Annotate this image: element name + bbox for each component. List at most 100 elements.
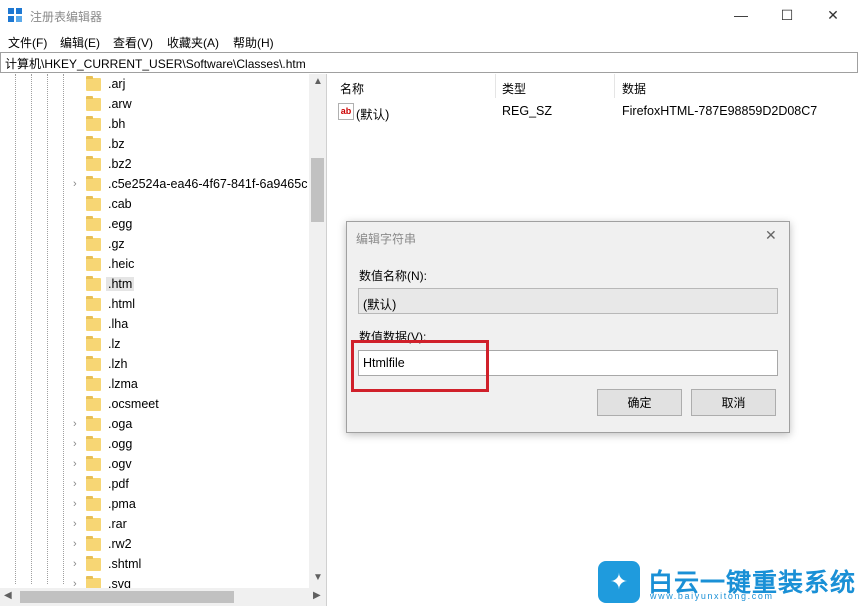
tree-item-label: .cab <box>108 197 132 211</box>
column-divider[interactable] <box>495 74 496 98</box>
folder-icon <box>86 516 101 531</box>
column-header-name[interactable]: 名称 <box>340 80 364 97</box>
folder-icon <box>86 416 101 431</box>
menu-bar: 文件(F) 编辑(E) 查看(V) 收藏夹(A) 帮助(H) <box>0 30 858 52</box>
menu-favorites[interactable]: 收藏夹(A) <box>167 34 219 51</box>
value-type: REG_SZ <box>502 104 553 118</box>
tree-item[interactable]: .bh <box>0 115 310 135</box>
expand-chevron-icon[interactable]: › <box>73 418 77 430</box>
scroll-up-icon[interactable]: ▲ <box>313 76 323 87</box>
tree-item[interactable]: .egg <box>0 215 310 235</box>
tree-item[interactable]: .lha <box>0 315 310 335</box>
tree-item[interactable]: .arj <box>0 75 310 95</box>
highlight-box <box>351 340 489 392</box>
expand-chevron-icon[interactable]: › <box>73 178 77 190</box>
tree-item[interactable]: › .rar <box>0 515 310 535</box>
title-bar: 注册表编辑器 — ☐ ✕ <box>0 0 858 30</box>
cancel-button[interactable]: 取消 <box>691 389 776 416</box>
menu-view[interactable]: 查看(V) <box>113 34 153 51</box>
tree-item-label: .html <box>108 297 136 311</box>
tree-item[interactable]: .heic <box>0 255 310 275</box>
value-data: FirefoxHTML-787E98859D2D08C7 <box>622 104 818 118</box>
watermark: ✦ 白云一键重装系统 www.baiyunxitong.com <box>598 560 858 606</box>
tree-vertical-scrollbar[interactable]: ▲ ▼ <box>309 74 326 588</box>
tree-item[interactable]: .bz2 <box>0 155 310 175</box>
list-item[interactable]: ab (默认) REG_SZ FirefoxHTML-787E98859D2D0… <box>330 102 858 122</box>
maximize-button[interactable]: ☐ <box>764 0 810 30</box>
tree-item[interactable]: › .rw2 <box>0 535 310 555</box>
tree-item[interactable]: .arw <box>0 95 310 115</box>
expand-chevron-icon[interactable]: › <box>73 458 77 470</box>
dialog-title: 编辑字符串 <box>356 232 417 246</box>
minimize-button[interactable]: — <box>718 0 764 30</box>
close-icon: ✕ <box>827 6 839 23</box>
tree-item[interactable]: .lzma <box>0 375 310 395</box>
folder-icon <box>86 316 101 331</box>
dialog-close-icon[interactable]: ✕ <box>765 227 777 244</box>
column-header-type[interactable]: 类型 <box>502 80 526 97</box>
folder-icon <box>86 116 101 131</box>
expand-chevron-icon[interactable]: › <box>73 438 77 450</box>
tree-item[interactable]: .bz <box>0 135 310 155</box>
ok-button[interactable]: 确定 <box>597 389 682 416</box>
close-button[interactable]: ✕ <box>810 0 856 30</box>
folder-icon <box>86 496 101 511</box>
tree-item-label: .rar <box>108 517 127 531</box>
tree-horizontal-scrollbar[interactable]: ◀ ▶ <box>0 588 326 606</box>
edit-string-dialog: 编辑字符串 ✕ 数值名称(N): (默认) 数值数据(V): Htmlfile … <box>346 221 790 433</box>
tree-item-label: .bh <box>108 117 126 131</box>
tree-item[interactable]: .cab <box>0 195 310 215</box>
folder-icon <box>86 136 101 151</box>
tree-item-label: .pma <box>108 497 136 511</box>
folder-icon <box>86 156 101 171</box>
address-path: 计算机\HKEY_CURRENT_USER\Software\Classes\.… <box>5 57 306 71</box>
tree-item[interactable]: .ocsmeet <box>0 395 310 415</box>
value-name-label: 数值名称(N): <box>359 269 427 283</box>
tree-item[interactable]: › .ogv <box>0 455 310 475</box>
tree-item[interactable]: .html <box>0 295 310 315</box>
tree-item[interactable]: .lz <box>0 335 310 355</box>
expand-chevron-icon[interactable]: › <box>73 498 77 510</box>
scroll-thumb[interactable] <box>20 591 234 603</box>
tree-item[interactable]: › .c5e2524a-ea46-4f67-841f-6a9465c <box>0 175 310 195</box>
tree-item[interactable]: › .shtml <box>0 555 310 575</box>
tree-item[interactable]: › .ogg <box>0 435 310 455</box>
expand-chevron-icon[interactable]: › <box>73 478 77 490</box>
menu-file[interactable]: 文件(F) <box>8 34 47 51</box>
tree-item[interactable]: .lzh <box>0 355 310 375</box>
menu-edit[interactable]: 编辑(E) <box>60 34 100 51</box>
folder-icon <box>86 276 101 291</box>
folder-icon <box>86 356 101 371</box>
scroll-down-icon[interactable]: ▼ <box>313 572 323 583</box>
folder-icon <box>86 96 101 111</box>
tree-item[interactable]: .htm <box>0 275 310 295</box>
folder-icon <box>86 256 101 271</box>
tree-item-label: .ogg <box>108 437 133 451</box>
tree-item[interactable]: › .pma <box>0 495 310 515</box>
tree-item[interactable]: .gz <box>0 235 310 255</box>
tree-item-label: .shtml <box>108 557 142 571</box>
tree-item-label: .arj <box>108 77 126 91</box>
tree-item[interactable]: › .oga <box>0 415 310 435</box>
watermark-url: www.baiyunxitong.com <box>650 591 774 601</box>
address-bar[interactable]: 计算机\HKEY_CURRENT_USER\Software\Classes\.… <box>0 52 858 73</box>
string-value-icon: ab <box>338 103 354 120</box>
scroll-left-icon[interactable]: ◀ <box>4 590 12 601</box>
expand-chevron-icon[interactable]: › <box>73 538 77 550</box>
folder-icon <box>86 196 101 211</box>
tree-item[interactable]: › .pdf <box>0 475 310 495</box>
column-header-data[interactable]: 数据 <box>622 80 646 97</box>
column-divider[interactable] <box>614 74 615 98</box>
expand-chevron-icon[interactable]: › <box>73 558 77 570</box>
tree-item-label: .gz <box>108 237 125 251</box>
tree-item-label: .arw <box>108 97 132 111</box>
folder-icon <box>86 456 101 471</box>
tree-item-label: .c5e2524a-ea46-4f67-841f-6a9465c <box>108 177 308 191</box>
scroll-right-icon[interactable]: ▶ <box>313 590 321 601</box>
bird-logo-icon: ✦ <box>598 561 640 603</box>
menu-help[interactable]: 帮助(H) <box>233 34 274 51</box>
folder-icon <box>86 536 101 551</box>
scroll-thumb[interactable] <box>311 158 324 222</box>
folder-icon <box>86 436 101 451</box>
expand-chevron-icon[interactable]: › <box>73 518 77 530</box>
